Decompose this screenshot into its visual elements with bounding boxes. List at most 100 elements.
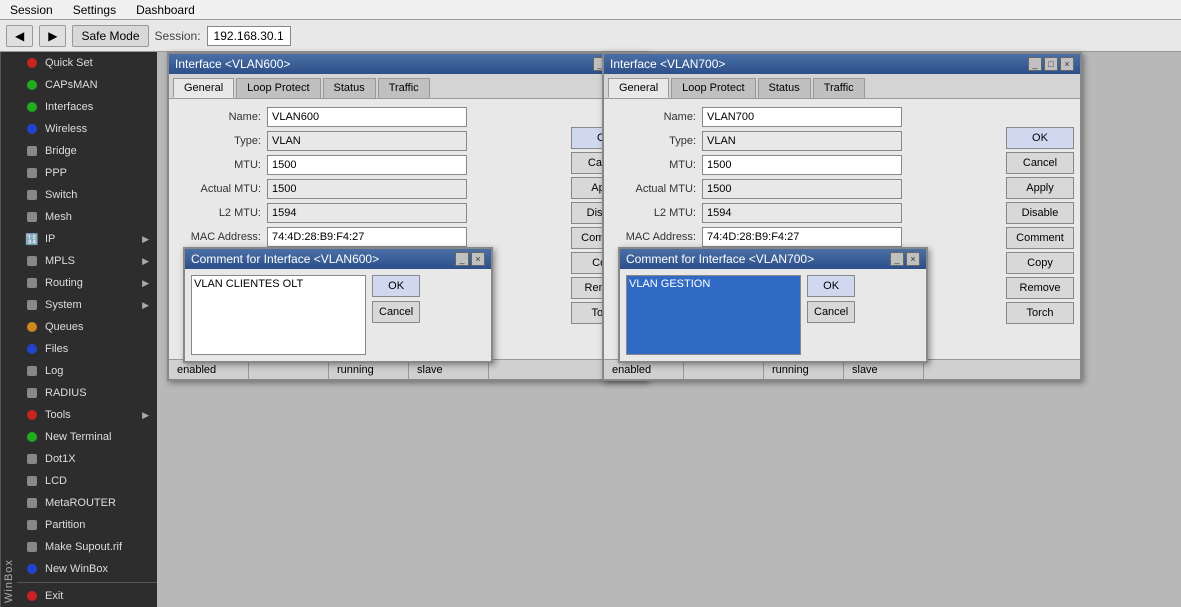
forward-button[interactable]: ▶ xyxy=(39,25,66,47)
sidebar-item-switch[interactable]: Switch xyxy=(17,184,157,206)
vlan700-tab-traffic[interactable]: Traffic xyxy=(813,78,865,98)
sidebar-item-new-terminal[interactable]: New Terminal xyxy=(17,426,157,448)
vlan600-titlebar: Interface <VLAN600> _ □ × xyxy=(169,54,645,74)
mpls-icon xyxy=(25,254,39,268)
comment600-minimize-btn[interactable]: _ xyxy=(455,252,469,266)
vlan700-ok-btn[interactable]: OK xyxy=(1006,127,1074,149)
radius-icon xyxy=(25,386,39,400)
sidebar-item-make-supout[interactable]: Make Supout.rif xyxy=(17,536,157,558)
vlan600-mac-row: MAC Address: xyxy=(177,227,565,247)
comment700-titlebar: Comment for Interface <VLAN700> _ × xyxy=(620,249,926,269)
routing-icon xyxy=(25,276,39,290)
sidebar-item-interfaces[interactable]: Interfaces xyxy=(17,96,157,118)
vlan700-comment-btn[interactable]: Comment xyxy=(1006,227,1074,249)
session-value: 192.168.30.1 xyxy=(207,26,291,46)
vlan700-maximize-btn[interactable]: □ xyxy=(1044,57,1058,71)
comment600-dialog: Comment for Interface <VLAN600> _ × VLAN… xyxy=(183,247,493,363)
vlan700-remove-btn[interactable]: Remove xyxy=(1006,277,1074,299)
vlan600-name-input[interactable] xyxy=(267,107,467,127)
sidebar-item-bridge[interactable]: Bridge xyxy=(17,140,157,162)
vlan700-disable-btn[interactable]: Disable xyxy=(1006,202,1074,224)
capsman-icon xyxy=(25,78,39,92)
winbox-label: WinBox xyxy=(0,52,17,607)
comment600-titlebar: Comment for Interface <VLAN600> _ × xyxy=(185,249,491,269)
vlan700-tab-bar: General Loop Protect Status Traffic xyxy=(604,74,1080,99)
vlan700-l2mtu-row: L2 MTU: xyxy=(612,203,1000,223)
vlan700-type-input xyxy=(702,131,902,151)
safe-mode-button[interactable]: Safe Mode xyxy=(72,25,148,47)
comment600-close-btn[interactable]: × xyxy=(471,252,485,266)
sidebar-item-tools[interactable]: Tools ▶ xyxy=(17,404,157,426)
sidebar-item-files[interactable]: Files xyxy=(17,338,157,360)
sidebar-item-partition[interactable]: Partition xyxy=(17,514,157,536)
menu-session[interactable]: Session xyxy=(4,2,59,18)
vlan700-tab-status[interactable]: Status xyxy=(758,78,811,98)
vlan600-tab-loop-protect[interactable]: Loop Protect xyxy=(236,78,320,98)
vlan600-mtu-input[interactable] xyxy=(267,155,467,175)
vlan700-tab-loop-protect[interactable]: Loop Protect xyxy=(671,78,755,98)
winbox-icon xyxy=(25,562,39,576)
sidebar-item-routing[interactable]: Routing ▶ xyxy=(17,272,157,294)
menu-dashboard[interactable]: Dashboard xyxy=(130,2,201,18)
comment700-content: VLAN GESTION OK Cancel xyxy=(620,269,926,361)
vlan700-apply-btn[interactable]: Apply xyxy=(1006,177,1074,199)
comment700-textarea[interactable]: VLAN GESTION xyxy=(626,275,801,355)
comment700-ok-btn[interactable]: OK xyxy=(807,275,855,297)
comment700-close-btn[interactable]: × xyxy=(906,252,920,266)
vlan700-titlebar: Interface <VLAN700> _ □ × xyxy=(604,54,1080,74)
bridge-icon xyxy=(25,144,39,158)
vlan700-cancel-btn[interactable]: Cancel xyxy=(1006,152,1074,174)
comment700-title: Comment for Interface <VLAN700> xyxy=(626,252,814,266)
comment600-cancel-btn[interactable]: Cancel xyxy=(372,301,420,323)
comment600-ok-btn[interactable]: OK xyxy=(372,275,420,297)
vlan600-name-row: Name: xyxy=(177,107,565,127)
vlan600-tab-status[interactable]: Status xyxy=(323,78,376,98)
vlan700-tab-general[interactable]: General xyxy=(608,78,669,98)
sidebar-item-mpls[interactable]: MPLS ▶ xyxy=(17,250,157,272)
sidebar-item-wireless[interactable]: Wireless xyxy=(17,118,157,140)
vlan700-close-btn[interactable]: × xyxy=(1060,57,1074,71)
sidebar-item-metarouter[interactable]: MetaROUTER xyxy=(17,492,157,514)
menu-settings[interactable]: Settings xyxy=(67,2,122,18)
vlan600-mac-input[interactable] xyxy=(267,227,467,247)
comment600-btns: OK Cancel xyxy=(372,275,420,355)
sidebar-item-log[interactable]: Log xyxy=(17,360,157,382)
vlan700-mtu-input[interactable] xyxy=(702,155,902,175)
sidebar-item-quick-set[interactable]: Quick Set xyxy=(17,52,157,74)
vlan700-copy-btn[interactable]: Copy xyxy=(1006,252,1074,274)
vlan600-tab-general[interactable]: General xyxy=(173,78,234,98)
content-area: ForoISP Interface <VLAN600> _ □ × Genera… xyxy=(157,52,1181,607)
vlan700-mac-input[interactable] xyxy=(702,227,902,247)
sidebar-item-new-winbox[interactable]: New WinBox xyxy=(17,558,157,580)
ip-icon: 🔢 xyxy=(25,232,39,246)
vlan600-dialog: Interface <VLAN600> _ □ × General Loop P… xyxy=(167,52,647,381)
vlan600-tab-traffic[interactable]: Traffic xyxy=(378,78,430,98)
vlan600-actual-mtu-row: Actual MTU: xyxy=(177,179,565,199)
comment600-textarea[interactable]: VLAN CLIENTES OLT xyxy=(191,275,366,355)
sidebar-item-dot1x[interactable]: Dot1X xyxy=(17,448,157,470)
back-button[interactable]: ◀ xyxy=(6,25,33,47)
mesh-icon xyxy=(25,210,39,224)
lcd-icon xyxy=(25,474,39,488)
sidebar-item-exit[interactable]: Exit xyxy=(17,585,157,607)
files-icon xyxy=(25,342,39,356)
menu-bar: Session Settings Dashboard xyxy=(0,0,1181,20)
sidebar-item-ip[interactable]: 🔢 IP ▶ xyxy=(17,228,157,250)
sidebar-item-lcd[interactable]: LCD xyxy=(17,470,157,492)
session-label: Session: xyxy=(155,29,201,43)
sidebar-item-radius[interactable]: RADIUS xyxy=(17,382,157,404)
vlan600-title: Interface <VLAN600> xyxy=(175,57,290,71)
vlan700-torch-btn[interactable]: Torch xyxy=(1006,302,1074,324)
vlan700-name-input[interactable] xyxy=(702,107,902,127)
sidebar-item-system[interactable]: System ▶ xyxy=(17,294,157,316)
sidebar-item-mesh[interactable]: Mesh xyxy=(17,206,157,228)
sidebar-item-capsman[interactable]: CAPsMAN xyxy=(17,74,157,96)
sidebar-item-queues[interactable]: Queues xyxy=(17,316,157,338)
sidebar-item-ppp[interactable]: PPP xyxy=(17,162,157,184)
vlan700-actual-mtu-input xyxy=(702,179,902,199)
comment700-minimize-btn[interactable]: _ xyxy=(890,252,904,266)
vlan700-l2mtu-input xyxy=(702,203,902,223)
system-icon xyxy=(25,298,39,312)
vlan700-minimize-btn[interactable]: _ xyxy=(1028,57,1042,71)
comment700-cancel-btn[interactable]: Cancel xyxy=(807,301,855,323)
